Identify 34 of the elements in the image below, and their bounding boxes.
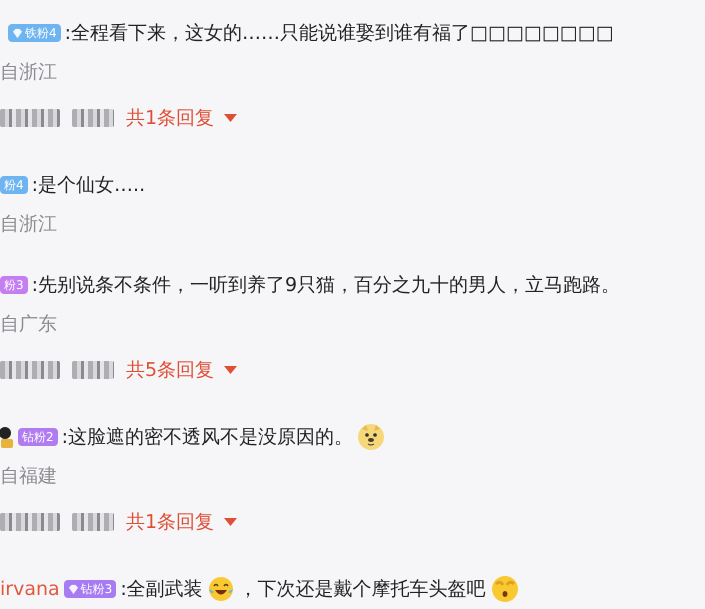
dog-face-icon — [357, 423, 386, 451]
location-text: 自浙江 — [0, 212, 58, 237]
blurred-name — [72, 361, 114, 379]
fan-level-badge: 粉4 — [0, 176, 28, 194]
gem-icon — [12, 28, 23, 38]
face-icon — [490, 574, 520, 604]
comment-text: :先别说条不条件，一听到养了9只猫，百分之九十的男人，立马跑路。 — [32, 273, 620, 298]
laughing-face-icon — [206, 575, 235, 603]
blurred-name — [0, 361, 60, 379]
caret-icon — [224, 366, 238, 374]
blurred-name — [0, 109, 60, 127]
replies-link[interactable]: 共5条回复 — [126, 357, 238, 383]
location-text: 自福建 — [0, 464, 58, 489]
avatar-frame-icon — [0, 425, 14, 449]
comment-text: ，下次还是戴个摩托车头盔吧 — [238, 577, 486, 602]
comment-text: :是个仙女….. — [32, 173, 146, 198]
comment-text: :这脸遮的密不透风不是没原因的。 — [62, 425, 354, 450]
blurred-name — [0, 513, 60, 531]
location-text: 自广东 — [0, 312, 58, 337]
fan-level-badge: 粉3 — [0, 276, 28, 294]
username[interactable]: irvana — [0, 578, 60, 600]
replies-link[interactable]: 共1条回复 — [126, 105, 238, 131]
fan-level-badge: 钻粉2 — [18, 428, 58, 446]
comment-text: :全程看下来，这女的……只能说谁娶到谁有福了□□□□□□□□ — [64, 21, 614, 46]
location-text: 自浙江 — [0, 60, 58, 85]
gem-icon — [68, 584, 79, 594]
blurred-name — [72, 513, 114, 531]
caret-icon — [224, 114, 238, 122]
fan-level-badge: 钻粉3 — [64, 580, 116, 598]
blurred-name — [72, 109, 114, 127]
replies-link[interactable]: 共1条回复 — [126, 509, 238, 535]
comment-text: :全副武装 — [120, 577, 203, 602]
caret-icon — [224, 518, 238, 526]
fan-level-badge: 铁粉4 — [8, 24, 61, 42]
